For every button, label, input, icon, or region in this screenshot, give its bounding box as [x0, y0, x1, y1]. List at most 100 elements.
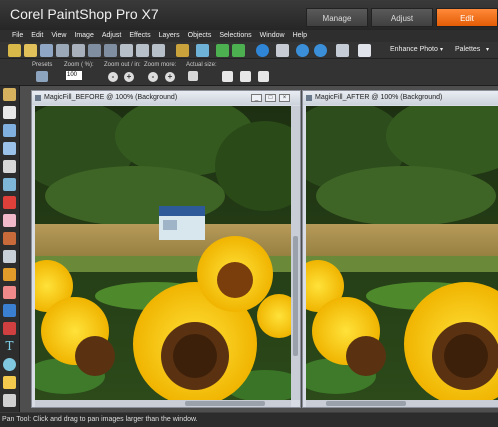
fill-icon[interactable] — [3, 304, 16, 317]
maximize-button[interactable]: □ — [265, 94, 276, 102]
document-title-after: MagicFill_AFTER @ 100% (Background) — [303, 91, 498, 105]
document-title-text: MagicFill_AFTER @ 100% (Background) — [315, 94, 443, 101]
enhance-photo-menu[interactable]: Enhance Photo — [390, 46, 438, 53]
panels-icon[interactable] — [336, 44, 349, 57]
zoom-label: Zoom ( %): — [64, 62, 94, 68]
menu-image[interactable]: Image — [70, 30, 97, 42]
zoom-more-label: Zoom more: — [144, 62, 177, 68]
close-button[interactable]: × — [279, 94, 290, 102]
menu-adjust[interactable]: Adjust — [98, 30, 125, 42]
info-icon[interactable] — [256, 44, 269, 57]
new-icon[interactable] — [8, 44, 21, 57]
save-icon[interactable] — [40, 44, 53, 57]
tab-adjust[interactable]: Adjust — [371, 8, 433, 27]
copy-icon[interactable] — [136, 44, 149, 57]
rotate-left-icon[interactable] — [216, 44, 229, 57]
crop-icon[interactable] — [3, 160, 16, 173]
document-icon[interactable] — [358, 44, 371, 57]
tool-options-bar: Presets Zoom ( %): 100 Zoom out / in: - … — [0, 59, 498, 86]
zoom-in-icon[interactable] — [314, 44, 327, 57]
zoom-more-in-button[interactable]: + — [165, 72, 175, 82]
paint-brush-icon[interactable] — [3, 268, 16, 281]
shape-icon[interactable] — [3, 358, 16, 371]
color-changer-icon[interactable] — [3, 322, 16, 335]
title-bar: Corel PaintShop Pro X7 Manage Adjust Edi… — [0, 0, 498, 30]
zoom-out-icon[interactable] — [296, 44, 309, 57]
tab-manage[interactable]: Manage — [306, 8, 368, 27]
workspace: MagicFill_BEFORE @ 100% (Background) _ □… — [20, 86, 498, 412]
zoom-in-button[interactable]: + — [124, 72, 134, 82]
cut-icon[interactable] — [120, 44, 133, 57]
zoom-out-button[interactable]: - — [108, 72, 118, 82]
image-icon[interactable] — [176, 44, 189, 57]
dropper-icon[interactable] — [3, 142, 16, 155]
actual-size-label: Actual size: — [186, 62, 217, 68]
document-window-before[interactable]: MagicFill_BEFORE @ 100% (Background) _ □… — [31, 90, 301, 408]
menu-file[interactable]: File — [8, 30, 27, 42]
pick-tool-icon[interactable] — [3, 106, 16, 119]
actual-size-icon[interactable] — [188, 71, 198, 81]
zoom-out-in-label: Zoom out / in: — [104, 62, 141, 68]
status-text: Pan Tool: Click and drag to pan images l… — [2, 416, 198, 423]
print-icon[interactable] — [72, 44, 85, 57]
fit-image-icon[interactable] — [240, 71, 251, 82]
app-title: Corel PaintShop Pro X7 — [10, 6, 159, 22]
presets-label: Presets — [32, 62, 53, 68]
workspace-tabs: Manage Adjust Edit — [306, 8, 498, 27]
sunflower-photo-before — [35, 106, 291, 400]
standard-toolbar: Enhance Photo ▾ Palettes ▾ — [0, 42, 498, 59]
save-as-icon[interactable] — [56, 44, 69, 57]
red-eye-icon[interactable] — [3, 196, 16, 209]
zoom-input[interactable]: 100 — [66, 71, 82, 80]
scroll-thumb[interactable] — [185, 401, 265, 406]
presets-icon[interactable] — [36, 71, 48, 82]
tools-palette: T — [0, 86, 20, 412]
enhance-photo-chevron-icon: ▾ — [440, 47, 444, 53]
scroll-thumb[interactable] — [326, 401, 406, 406]
vertical-scrollbar[interactable] — [291, 106, 300, 400]
image-canvas-after[interactable] — [306, 106, 498, 400]
selection-tool-icon[interactable] — [3, 124, 16, 137]
scratch-remover-icon[interactable] — [3, 250, 16, 263]
palettes-menu[interactable]: Palettes — [455, 46, 480, 53]
menu-edit[interactable]: Edit — [27, 30, 47, 42]
document-window-after[interactable]: MagicFill_AFTER @ 100% (Background) — [302, 90, 498, 408]
redo-icon[interactable] — [104, 44, 117, 57]
horizontal-scrollbar[interactable] — [35, 400, 291, 407]
straighten-icon[interactable] — [3, 178, 16, 191]
fit-screen-icon[interactable] — [258, 71, 269, 82]
zoom-fit-icon[interactable] — [276, 44, 289, 57]
makeover-icon[interactable] — [3, 214, 16, 227]
text-icon[interactable]: T — [3, 340, 16, 353]
resize-icon[interactable] — [196, 44, 209, 57]
scroll-thumb[interactable] — [293, 236, 298, 356]
clone-brush-icon[interactable] — [3, 232, 16, 245]
paste-icon[interactable] — [152, 44, 165, 57]
pen-icon[interactable] — [3, 376, 16, 389]
document-title-text: MagicFill_BEFORE @ 100% (Background) — [44, 94, 178, 101]
menu-layers[interactable]: Layers — [155, 30, 184, 42]
horizontal-scrollbar[interactable] — [306, 400, 498, 407]
zoom-more-out-button[interactable]: - — [148, 72, 158, 82]
fit-window-icon[interactable] — [222, 71, 233, 82]
menu-effects[interactable]: Effects — [125, 30, 154, 42]
undo-icon[interactable] — [88, 44, 101, 57]
tab-edit[interactable]: Edit — [436, 8, 498, 27]
document-title-before: MagicFill_BEFORE @ 100% (Background) _ □… — [32, 91, 300, 105]
menu-selections[interactable]: Selections — [215, 30, 255, 42]
menu-bar: File Edit View Image Adjust Effects Laye… — [0, 30, 498, 42]
document-icon — [35, 95, 41, 101]
image-canvas-before[interactable] — [35, 106, 291, 400]
open-icon[interactable] — [24, 44, 37, 57]
menu-objects[interactable]: Objects — [184, 30, 216, 42]
menu-help[interactable]: Help — [289, 30, 311, 42]
minimize-button[interactable]: _ — [251, 94, 262, 102]
rotate-right-icon[interactable] — [232, 44, 245, 57]
menu-view[interactable]: View — [47, 30, 70, 42]
warp-icon[interactable] — [3, 394, 16, 407]
menu-window[interactable]: Window — [256, 30, 289, 42]
eraser-icon[interactable] — [3, 286, 16, 299]
pan-tool-icon[interactable] — [3, 88, 16, 101]
document-icon — [306, 95, 312, 101]
sunflower-photo-after — [306, 106, 498, 400]
